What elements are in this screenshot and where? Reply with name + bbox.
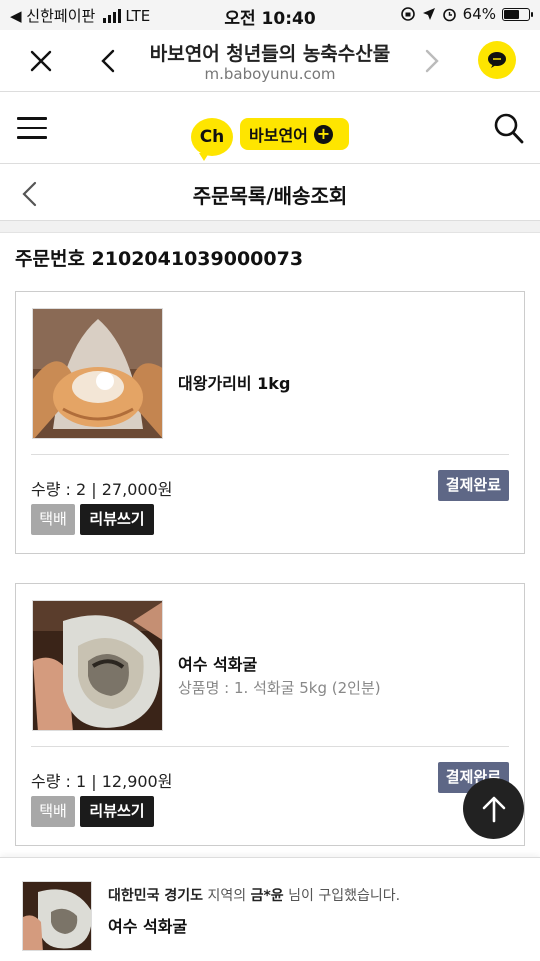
product-option: 상품명 : 1. 석화굴 5kg (2인분) <box>178 679 381 697</box>
purchase-text-1: 지역의 <box>203 888 251 904</box>
write-review-button[interactable]: 리뷰쓰기 <box>80 796 154 827</box>
scroll-to-top-button[interactable] <box>463 778 524 839</box>
toast-product-name: 여수 석화굴 <box>108 917 188 936</box>
write-review-button[interactable]: 리뷰쓰기 <box>80 504 154 535</box>
quantity-price: 수량 : 2 | 27,000원 <box>31 480 173 499</box>
chevron-right-icon[interactable] <box>416 46 446 76</box>
browser-title: 바보연어 청년들의 농축수산물 <box>149 43 391 65</box>
purchase-text-2: 님이 구입했습니다. <box>283 888 401 904</box>
channel-logo[interactable]: Ch <box>191 118 233 161</box>
search-icon[interactable] <box>494 112 524 144</box>
product-image-scallop[interactable] <box>32 308 163 439</box>
close-icon[interactable] <box>26 46 56 76</box>
divider <box>31 454 509 455</box>
product-name[interactable]: 대왕가리비 1kg <box>178 370 290 394</box>
add-channel-button[interactable]: 바보연어 + <box>240 118 349 150</box>
site-header: Ch 바보연어 + <box>0 93 540 164</box>
arrow-up-icon <box>482 796 505 822</box>
courier-tag: 택배 <box>31 504 75 535</box>
menu-icon[interactable] <box>17 117 47 139</box>
quantity-price: 수량 : 1 | 12,900원 <box>31 772 173 791</box>
page-title-bar: 주문목록/배송조회 <box>0 165 540 221</box>
alarm-icon <box>442 8 456 21</box>
browser-url: m.baboyunu.com <box>204 65 336 83</box>
order-number: 주문번호 2102041039000073 <box>15 248 304 270</box>
battery-percent: 64% <box>462 5 496 23</box>
purchase-buyer: 금*윤 <box>250 888 284 904</box>
courier-tag: 택배 <box>31 796 75 827</box>
order-item-card: 여수 석화굴 상품명 : 1. 석화굴 5kg (2인분) 수량 : 1 | 1… <box>15 583 525 846</box>
kakaotalk-icon <box>488 52 506 68</box>
purchase-message: 대한민국 경기도 지역의 금*윤 님이 구입했습니다. <box>108 885 400 905</box>
divider <box>31 746 509 747</box>
purchase-region: 대한민국 경기도 <box>108 888 204 904</box>
plus-icon: + <box>313 124 333 144</box>
recent-purchase-toast[interactable]: 대한민국 경기도 지역의 금*윤 님이 구입했습니다. 여수 석화굴 <box>0 857 540 961</box>
order-item-card: 대왕가리비 1kg 수량 : 2 | 27,000원 결제완료 택배 리뷰쓰기 <box>15 291 525 554</box>
product-image-oyster[interactable] <box>32 600 163 731</box>
product-name[interactable]: 여수 석화굴 <box>178 651 257 675</box>
toast-product-image <box>22 881 92 951</box>
channel-name: 바보연어 <box>249 126 308 145</box>
page-title: 주문목록/배송조회 <box>192 184 348 208</box>
kakaotalk-button[interactable] <box>478 41 516 79</box>
section-divider <box>0 221 540 233</box>
orientation-lock-icon <box>400 7 415 21</box>
chevron-left-icon[interactable] <box>94 46 124 76</box>
in-app-browser-bar: 바보연어 청년들의 농축수산물 m.baboyunu.com <box>0 30 540 92</box>
status-badge: 결제완료 <box>437 470 509 501</box>
battery-icon <box>502 7 533 21</box>
location-icon <box>422 8 435 20</box>
status-bar: ◀ 신한페이판 LTE 오전 10:40 64% <box>0 0 540 30</box>
